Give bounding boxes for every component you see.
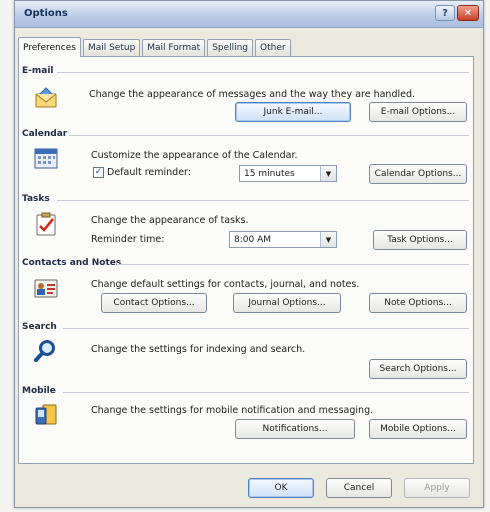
checkmark-icon: ✓ <box>94 167 103 177</box>
contacts-description: Change default settings for contacts, jo… <box>91 279 360 290</box>
mobile-separator <box>63 392 469 393</box>
cancel-button[interactable]: Cancel <box>326 478 392 498</box>
tasks-clipboard-icon <box>36 212 56 236</box>
email-description: Change the appearance of messages and th… <box>89 89 416 100</box>
tab-preferences[interactable]: Preferences <box>18 37 81 57</box>
default-reminder-select[interactable]: 15 minutes ▼ <box>239 165 337 182</box>
close-icon: ✕ <box>463 7 473 19</box>
contact-options-button[interactable]: Contact Options... <box>101 293 207 313</box>
default-reminder-value: 15 minutes <box>244 168 295 179</box>
search-section-label: Search <box>22 322 57 332</box>
chevron-down-icon: ▼ <box>320 166 336 181</box>
calendar-section-label: Calendar <box>22 129 68 139</box>
calendar-description: Customize the appearance of the Calendar… <box>91 150 298 161</box>
email-options-button[interactable]: E-mail Options... <box>369 102 467 122</box>
search-separator <box>63 328 469 329</box>
tab-spelling[interactable]: Spelling <box>207 39 254 56</box>
tab-strip: Preferences Mail Setup Mail Format Spell… <box>18 36 293 57</box>
help-icon: ? <box>442 7 448 19</box>
search-options-button[interactable]: Search Options... <box>369 359 467 379</box>
reminder-time-label: Reminder time: <box>91 234 165 245</box>
mobile-options-button[interactable]: Mobile Options... <box>369 419 467 439</box>
tab-mail-setup[interactable]: Mail Setup <box>82 39 141 56</box>
default-reminder-checkbox[interactable]: ✓ <box>93 167 104 178</box>
contacts-card-icon <box>34 279 58 298</box>
email-section-label: E-mail <box>22 66 54 76</box>
reminder-time-select[interactable]: 8:00 AM ▼ <box>229 231 337 248</box>
notifications-button[interactable]: Notifications... <box>235 419 355 439</box>
tasks-separator <box>57 200 469 201</box>
mobile-section-label: Mobile <box>22 386 56 396</box>
preferences-panel: E-mail Change the appearance of messages… <box>18 56 474 464</box>
chevron-down-icon: ▼ <box>320 232 336 247</box>
task-options-button[interactable]: Task Options... <box>373 230 467 250</box>
calendar-icon <box>34 148 58 169</box>
title-bar: Options ? ✕ <box>15 1 483 28</box>
apply-button[interactable]: Apply <box>404 478 470 498</box>
journal-options-button[interactable]: Journal Options... <box>233 293 341 313</box>
search-magnifier-icon <box>34 340 55 362</box>
note-options-button[interactable]: Note Options... <box>369 293 467 313</box>
junk-email-button[interactable]: Junk E-mail... <box>235 102 351 122</box>
default-reminder-label: Default reminder: <box>107 167 192 178</box>
window-title: Options <box>24 8 68 19</box>
email-separator <box>57 72 469 73</box>
mobile-description: Change the settings for mobile notificat… <box>91 405 374 416</box>
tab-other[interactable]: Other <box>255 39 291 56</box>
contacts-section-label: Contacts and Notes <box>22 258 122 268</box>
tasks-description: Change the appearance of tasks. <box>91 215 249 226</box>
ok-button[interactable]: OK <box>248 478 314 498</box>
calendar-separator <box>69 135 469 136</box>
mobile-device-icon <box>35 404 57 425</box>
tasks-section-label: Tasks <box>22 194 50 204</box>
reminder-time-value: 8:00 AM <box>234 234 271 245</box>
close-button[interactable]: ✕ <box>457 5 479 21</box>
search-description: Change the settings for indexing and sea… <box>91 344 306 355</box>
contacts-separator <box>117 264 469 265</box>
email-envelope-icon <box>35 87 57 108</box>
calendar-options-button[interactable]: Calendar Options... <box>369 164 467 184</box>
help-button[interactable]: ? <box>435 5 455 21</box>
tab-mail-format[interactable]: Mail Format <box>142 39 206 56</box>
